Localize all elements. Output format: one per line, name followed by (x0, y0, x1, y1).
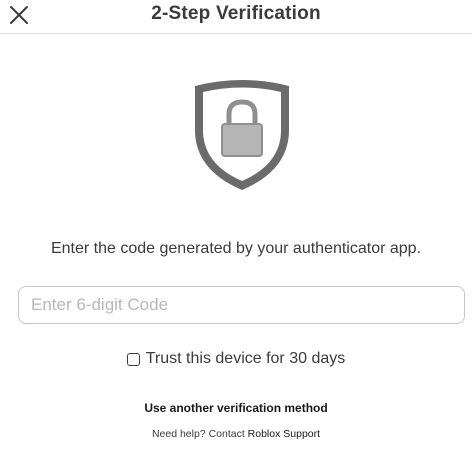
help-text: Need help? Contact Roblox Support (0, 428, 472, 440)
instruction-text: Enter the code generated by your authent… (50, 240, 422, 257)
use-another-method-link[interactable]: Use another verification method (0, 401, 472, 415)
verification-code-input[interactable] (18, 286, 465, 324)
two-step-verification-dialog: 2-Step Verification Enter the code gener… (0, 0, 472, 466)
trust-device-label: Trust this device for 30 days (145, 350, 346, 367)
roblox-support-link[interactable]: Roblox Support (248, 428, 320, 440)
trust-device-checkbox[interactable] (126, 352, 140, 366)
dialog-header: 2-Step Verification (0, 0, 472, 34)
shield-lock-icon (191, 80, 293, 192)
trust-device-option[interactable]: Trust this device for 30 days (0, 350, 472, 368)
dialog-title: 2-Step Verification (151, 3, 321, 24)
help-prefix: Need help? Contact (151, 428, 248, 440)
